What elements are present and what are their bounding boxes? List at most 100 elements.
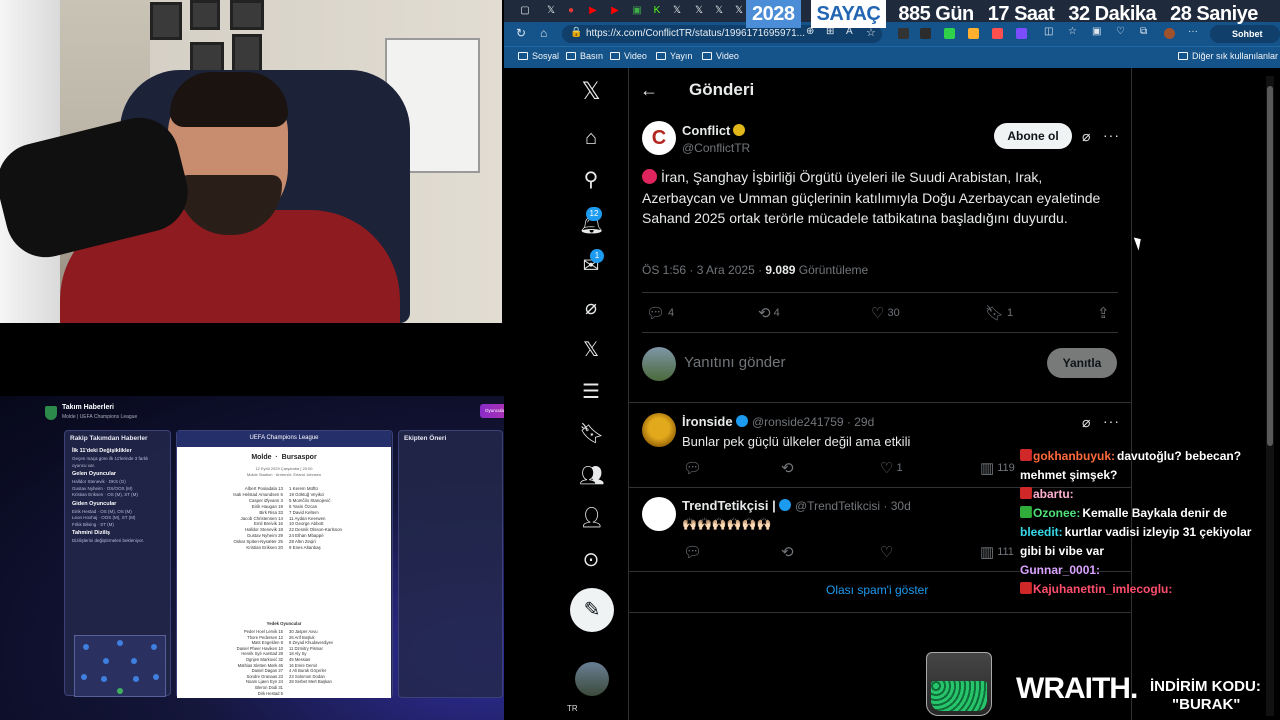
page-scrollbar[interactable] [1266, 76, 1274, 716]
back-arrow-icon[interactable]: ← [640, 80, 658, 101]
verified-badge-icon [733, 124, 746, 136]
repost-icon: ⟲ [781, 460, 794, 477]
post-column [628, 68, 1132, 720]
scrollbar-thumb[interactable] [1267, 86, 1273, 446]
tab-actions-icon[interactable]: ▢ [518, 4, 532, 18]
extension-icon[interactable] [944, 28, 955, 39]
profile-icon[interactable]: 👤︎ [579, 506, 604, 530]
repost-action[interactable]: ⟲ [781, 459, 797, 477]
views-action[interactable]: ▥ 111 [980, 543, 1014, 561]
x-logo-icon[interactable]: 𝕏 [579, 80, 603, 104]
more-options-icon[interactable]: ··· [1103, 127, 1120, 143]
profile-avatar[interactable] [1164, 28, 1175, 39]
account-avatar[interactable] [575, 662, 609, 696]
home-icon[interactable]: ⌂ [579, 126, 603, 150]
divider [642, 292, 1118, 293]
divider [628, 402, 1132, 403]
x-tab-icon[interactable]: 𝕏 [670, 4, 684, 18]
tab-icon[interactable]: ▣ [630, 4, 644, 18]
match-venue: Molde Stadion · Antrenör: Erland Johnsen [246, 472, 322, 477]
repost-icon: ⟲ [781, 544, 794, 561]
commenter-avatar[interactable] [642, 497, 676, 531]
x-tab-icon[interactable]: 𝕏 [692, 4, 706, 18]
extension-icon[interactable] [898, 28, 909, 39]
chat-message: gokhanbuyuk: davutoğlu? bebecan? mehmet ş… [1020, 447, 1258, 485]
conflict-avatar[interactable]: C [642, 121, 676, 155]
x-tab-icon[interactable]: 𝕏 [712, 4, 726, 18]
chat-username: Ozonee: [1033, 506, 1081, 520]
communities-icon[interactable]: 👥︎ [579, 464, 604, 488]
more-options-icon[interactable]: ··· [1103, 413, 1120, 429]
grok-icon[interactable]: ⌀ [1082, 128, 1090, 145]
youtube-tab-icon[interactable]: ▶ [586, 4, 600, 18]
kick-tab-icon[interactable]: K [650, 4, 664, 18]
repost-action[interactable]: ⟲ [781, 543, 797, 561]
home-team: Molde [251, 454, 272, 461]
bookmark-folder[interactable]: Video [702, 51, 739, 61]
stream-chat: gokhanbuyuk: davutoğlu? bebecan? mehmet ş… [1020, 447, 1258, 599]
repost-count: 4 [773, 307, 780, 319]
x-tab-icon[interactable]: 𝕏 [732, 4, 746, 18]
x-tab-icon[interactable]: 𝕏 [544, 4, 558, 18]
bookmark-folder[interactable]: Sosyal [518, 51, 559, 61]
fm-prediction: Tahmini Diziliş [72, 530, 111, 536]
extension-icon[interactable] [968, 28, 979, 39]
comment-author[interactable]: İronside [682, 414, 748, 429]
countdown-minutes: 32 Dakika [1068, 3, 1157, 25]
club-crest-icon [45, 406, 57, 420]
youtube-tab-icon[interactable]: ▶ [608, 4, 622, 18]
bookmark-folder[interactable]: Video [610, 51, 647, 61]
like-action[interactable]: ♡ 30 [871, 304, 900, 322]
comment-text: 🙌🏻🙌🏻🙌🏻🙌🏻🙌🏻🙌🏻 [682, 517, 772, 531]
language-indicator: TR [567, 704, 578, 713]
comment-author[interactable]: TrendTetikçisi | [682, 498, 791, 513]
like-action[interactable]: ♡ [880, 543, 896, 561]
more-icon[interactable]: ⊙ [579, 548, 603, 572]
share-action[interactable]: ⇪ [1097, 304, 1113, 322]
views-action[interactable]: ▥ 119 [980, 459, 1015, 477]
post-handle[interactable]: @ConflictTR [682, 141, 750, 155]
other-bookmarks[interactable]: Diğer sık kullanılanlar [1178, 51, 1278, 61]
home-icon[interactable]: ⌂ [540, 26, 547, 40]
extension-icon[interactable] [992, 28, 1003, 39]
sponsor-logo: WRAITH. [1016, 672, 1138, 705]
fm-right-title: Ekipten Öneri [404, 435, 447, 442]
subscribe-button[interactable]: Abone ol [994, 123, 1072, 149]
competition-caption: UEFA Champions League [177, 431, 391, 447]
post-author[interactable]: Conflict [682, 123, 746, 138]
reply-action[interactable]: 💬︎ [683, 543, 705, 561]
repost-action[interactable]: ⟲ 4 [758, 304, 780, 322]
like-action[interactable]: ♡ 1 [880, 459, 903, 477]
reply-input[interactable]: Yanıtını gönder [684, 354, 785, 371]
match-teams: Molde · Bursaspor [251, 454, 317, 461]
comment-handle[interactable]: @ronside241759 · 29d [752, 415, 874, 429]
commenter-avatar[interactable] [642, 413, 676, 447]
folder-icon [610, 52, 620, 60]
fm-pitch [74, 635, 166, 697]
grok-icon[interactable]: ⌀ [579, 296, 603, 320]
show-spam-link[interactable]: Olası spam'i göster [826, 583, 928, 597]
extension-icon[interactable] [920, 28, 931, 39]
player-line: 9 Enes Altanbaş [289, 545, 321, 551]
player-line: Kristian Eriksen 20 [246, 545, 283, 551]
refresh-icon[interactable]: ↻ [516, 26, 526, 40]
compose-post-button[interactable]: ✎ [570, 588, 614, 632]
tab-icon[interactable]: ● [564, 4, 578, 18]
post-meta: ÖS 1:56 · 3 Ara 2025 · 9.089 Görüntüleme [642, 263, 868, 277]
reply-button[interactable]: Yanıtla [1047, 348, 1117, 378]
bookmarks-icon[interactable]: 🔖︎ [579, 422, 604, 446]
bookmark-folder[interactable]: Basın [566, 51, 603, 61]
player-dot [151, 644, 157, 650]
comment-author-name: TrendTetikçisi | [682, 498, 776, 513]
comment-handle[interactable]: @TrendTetikcisi · 30d [795, 499, 911, 513]
bookmark-folder[interactable]: Yayın [656, 51, 692, 61]
bookmark-action[interactable]: 🔖︎ 1 [985, 304, 1013, 322]
premium-x-icon[interactable]: 𝕏 [579, 338, 603, 362]
grok-icon[interactable]: ⌀ [1082, 414, 1090, 431]
extension-icon[interactable] [1016, 28, 1027, 39]
reply-action[interactable]: 💬︎ 4 [646, 304, 674, 322]
reply-action[interactable]: 💬︎ [683, 459, 705, 477]
lists-icon[interactable]: ☰ [579, 380, 603, 404]
chat-message: bleedit: kurtlar vadisi izleyip 31 çekiyo… [1020, 523, 1258, 561]
search-icon[interactable]: ⚲ [579, 168, 603, 192]
